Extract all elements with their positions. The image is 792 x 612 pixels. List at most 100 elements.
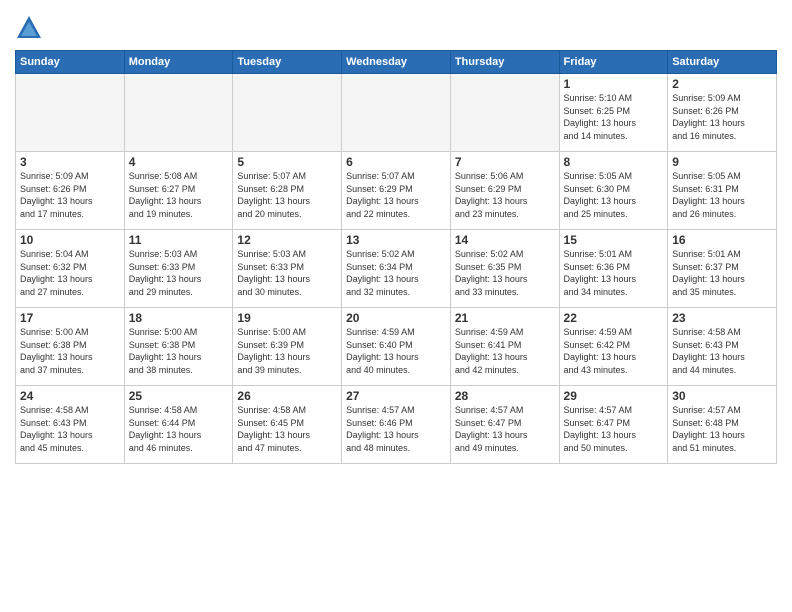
day-number: 29 [564, 389, 664, 403]
day-info: Sunrise: 5:00 AM Sunset: 6:39 PM Dayligh… [237, 326, 337, 376]
day-number: 21 [455, 311, 555, 325]
day-info: Sunrise: 5:00 AM Sunset: 6:38 PM Dayligh… [20, 326, 120, 376]
calendar-cell: 3Sunrise: 5:09 AM Sunset: 6:26 PM Daylig… [16, 152, 125, 230]
calendar-cell: 22Sunrise: 4:59 AM Sunset: 6:42 PM Dayli… [559, 308, 668, 386]
calendar-cell: 2Sunrise: 5:09 AM Sunset: 6:26 PM Daylig… [668, 74, 777, 152]
calendar-week-row: 3Sunrise: 5:09 AM Sunset: 6:26 PM Daylig… [16, 152, 777, 230]
day-info: Sunrise: 4:57 AM Sunset: 6:48 PM Dayligh… [672, 404, 772, 454]
calendar-cell: 9Sunrise: 5:05 AM Sunset: 6:31 PM Daylig… [668, 152, 777, 230]
calendar-week-row: 24Sunrise: 4:58 AM Sunset: 6:43 PM Dayli… [16, 386, 777, 464]
day-number: 3 [20, 155, 120, 169]
day-number: 17 [20, 311, 120, 325]
logo-icon [15, 14, 43, 42]
day-number: 15 [564, 233, 664, 247]
day-info: Sunrise: 5:00 AM Sunset: 6:38 PM Dayligh… [129, 326, 229, 376]
calendar-cell: 8Sunrise: 5:05 AM Sunset: 6:30 PM Daylig… [559, 152, 668, 230]
day-number: 20 [346, 311, 446, 325]
calendar-cell: 26Sunrise: 4:58 AM Sunset: 6:45 PM Dayli… [233, 386, 342, 464]
day-info: Sunrise: 5:09 AM Sunset: 6:26 PM Dayligh… [672, 92, 772, 142]
calendar-day-header: Tuesday [233, 51, 342, 74]
calendar-cell: 23Sunrise: 4:58 AM Sunset: 6:43 PM Dayli… [668, 308, 777, 386]
day-number: 28 [455, 389, 555, 403]
calendar-table: SundayMondayTuesdayWednesdayThursdayFrid… [15, 50, 777, 464]
day-info: Sunrise: 5:10 AM Sunset: 6:25 PM Dayligh… [564, 92, 664, 142]
calendar-cell [450, 74, 559, 152]
calendar-cell: 4Sunrise: 5:08 AM Sunset: 6:27 PM Daylig… [124, 152, 233, 230]
day-number: 9 [672, 155, 772, 169]
calendar-cell [124, 74, 233, 152]
calendar-day-header: Friday [559, 51, 668, 74]
calendar-cell: 7Sunrise: 5:06 AM Sunset: 6:29 PM Daylig… [450, 152, 559, 230]
day-info: Sunrise: 5:03 AM Sunset: 6:33 PM Dayligh… [237, 248, 337, 298]
calendar-cell: 24Sunrise: 4:58 AM Sunset: 6:43 PM Dayli… [16, 386, 125, 464]
calendar-cell: 21Sunrise: 4:59 AM Sunset: 6:41 PM Dayli… [450, 308, 559, 386]
day-info: Sunrise: 4:58 AM Sunset: 6:43 PM Dayligh… [20, 404, 120, 454]
calendar-cell: 28Sunrise: 4:57 AM Sunset: 6:47 PM Dayli… [450, 386, 559, 464]
day-info: Sunrise: 5:02 AM Sunset: 6:35 PM Dayligh… [455, 248, 555, 298]
calendar-week-row: 10Sunrise: 5:04 AM Sunset: 6:32 PM Dayli… [16, 230, 777, 308]
day-number: 8 [564, 155, 664, 169]
day-info: Sunrise: 5:02 AM Sunset: 6:34 PM Dayligh… [346, 248, 446, 298]
calendar-cell: 29Sunrise: 4:57 AM Sunset: 6:47 PM Dayli… [559, 386, 668, 464]
calendar-cell: 6Sunrise: 5:07 AM Sunset: 6:29 PM Daylig… [342, 152, 451, 230]
day-number: 14 [455, 233, 555, 247]
day-info: Sunrise: 5:04 AM Sunset: 6:32 PM Dayligh… [20, 248, 120, 298]
calendar-cell: 16Sunrise: 5:01 AM Sunset: 6:37 PM Dayli… [668, 230, 777, 308]
calendar-cell: 20Sunrise: 4:59 AM Sunset: 6:40 PM Dayli… [342, 308, 451, 386]
page: SundayMondayTuesdayWednesdayThursdayFrid… [0, 0, 792, 612]
calendar-cell: 15Sunrise: 5:01 AM Sunset: 6:36 PM Dayli… [559, 230, 668, 308]
day-number: 13 [346, 233, 446, 247]
calendar-header-row: SundayMondayTuesdayWednesdayThursdayFrid… [16, 51, 777, 74]
day-info: Sunrise: 5:03 AM Sunset: 6:33 PM Dayligh… [129, 248, 229, 298]
day-number: 30 [672, 389, 772, 403]
day-info: Sunrise: 4:58 AM Sunset: 6:43 PM Dayligh… [672, 326, 772, 376]
day-number: 10 [20, 233, 120, 247]
day-info: Sunrise: 4:57 AM Sunset: 6:46 PM Dayligh… [346, 404, 446, 454]
calendar-cell: 30Sunrise: 4:57 AM Sunset: 6:48 PM Dayli… [668, 386, 777, 464]
calendar-cell: 12Sunrise: 5:03 AM Sunset: 6:33 PM Dayli… [233, 230, 342, 308]
calendar-cell [16, 74, 125, 152]
calendar-cell: 27Sunrise: 4:57 AM Sunset: 6:46 PM Dayli… [342, 386, 451, 464]
day-info: Sunrise: 4:57 AM Sunset: 6:47 PM Dayligh… [564, 404, 664, 454]
day-number: 27 [346, 389, 446, 403]
calendar-cell: 5Sunrise: 5:07 AM Sunset: 6:28 PM Daylig… [233, 152, 342, 230]
calendar-day-header: Thursday [450, 51, 559, 74]
calendar-day-header: Saturday [668, 51, 777, 74]
day-number: 7 [455, 155, 555, 169]
day-number: 4 [129, 155, 229, 169]
calendar-cell: 25Sunrise: 4:58 AM Sunset: 6:44 PM Dayli… [124, 386, 233, 464]
calendar-cell: 19Sunrise: 5:00 AM Sunset: 6:39 PM Dayli… [233, 308, 342, 386]
day-info: Sunrise: 4:59 AM Sunset: 6:42 PM Dayligh… [564, 326, 664, 376]
day-info: Sunrise: 5:07 AM Sunset: 6:29 PM Dayligh… [346, 170, 446, 220]
day-number: 19 [237, 311, 337, 325]
day-number: 11 [129, 233, 229, 247]
calendar-cell [342, 74, 451, 152]
day-info: Sunrise: 5:01 AM Sunset: 6:37 PM Dayligh… [672, 248, 772, 298]
calendar-cell: 13Sunrise: 5:02 AM Sunset: 6:34 PM Dayli… [342, 230, 451, 308]
day-number: 25 [129, 389, 229, 403]
day-number: 2 [672, 77, 772, 91]
calendar-day-header: Sunday [16, 51, 125, 74]
calendar-cell: 18Sunrise: 5:00 AM Sunset: 6:38 PM Dayli… [124, 308, 233, 386]
day-info: Sunrise: 4:57 AM Sunset: 6:47 PM Dayligh… [455, 404, 555, 454]
header [15, 10, 777, 42]
calendar-cell: 11Sunrise: 5:03 AM Sunset: 6:33 PM Dayli… [124, 230, 233, 308]
day-number: 1 [564, 77, 664, 91]
day-number: 16 [672, 233, 772, 247]
day-info: Sunrise: 5:08 AM Sunset: 6:27 PM Dayligh… [129, 170, 229, 220]
calendar-week-row: 1Sunrise: 5:10 AM Sunset: 6:25 PM Daylig… [16, 74, 777, 152]
day-info: Sunrise: 5:09 AM Sunset: 6:26 PM Dayligh… [20, 170, 120, 220]
calendar-cell [233, 74, 342, 152]
logo [15, 14, 47, 42]
day-info: Sunrise: 4:58 AM Sunset: 6:45 PM Dayligh… [237, 404, 337, 454]
day-info: Sunrise: 5:06 AM Sunset: 6:29 PM Dayligh… [455, 170, 555, 220]
day-number: 5 [237, 155, 337, 169]
day-number: 12 [237, 233, 337, 247]
day-info: Sunrise: 5:05 AM Sunset: 6:30 PM Dayligh… [564, 170, 664, 220]
calendar-cell: 14Sunrise: 5:02 AM Sunset: 6:35 PM Dayli… [450, 230, 559, 308]
day-number: 23 [672, 311, 772, 325]
day-number: 26 [237, 389, 337, 403]
calendar-day-header: Wednesday [342, 51, 451, 74]
day-number: 22 [564, 311, 664, 325]
day-info: Sunrise: 4:59 AM Sunset: 6:40 PM Dayligh… [346, 326, 446, 376]
